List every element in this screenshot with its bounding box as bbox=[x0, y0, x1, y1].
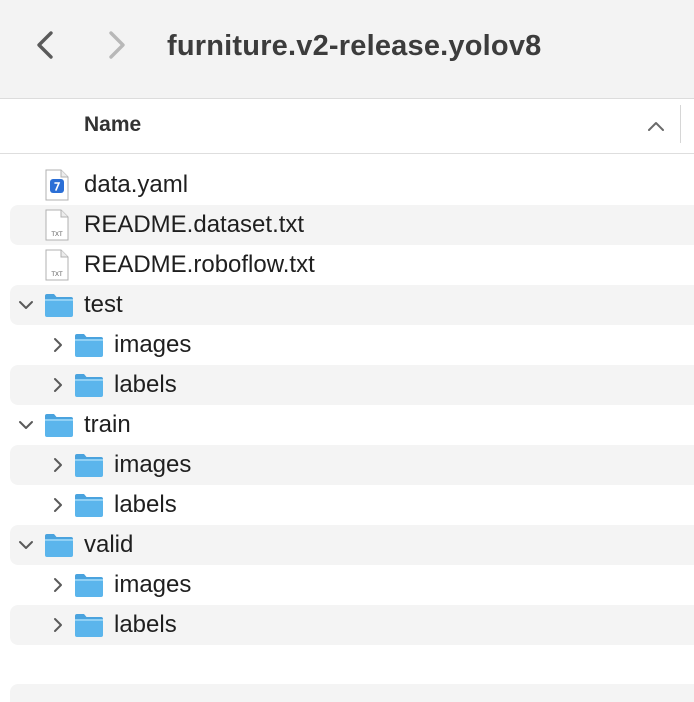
folder-icon bbox=[75, 334, 103, 357]
subfolder-row[interactable]: images bbox=[10, 445, 694, 485]
folder-icon-wrap bbox=[73, 569, 105, 606]
column-divider[interactable] bbox=[680, 105, 681, 143]
txt-badge: TXT bbox=[51, 232, 63, 238]
txt-file-icon: TXT bbox=[45, 249, 69, 281]
name-column-header[interactable]: Name bbox=[84, 99, 141, 153]
item-name: images bbox=[114, 451, 192, 478]
yaml-file-icon bbox=[45, 169, 69, 201]
subfolder-row[interactable]: images bbox=[10, 565, 694, 605]
item-name: images bbox=[114, 331, 192, 358]
chevron-right-icon[interactable] bbox=[49, 376, 67, 394]
forward-button[interactable] bbox=[100, 26, 136, 66]
folder-icon bbox=[75, 454, 103, 477]
folder-icon-wrap bbox=[73, 449, 105, 486]
item-name: labels bbox=[114, 371, 177, 398]
folder-icon bbox=[75, 574, 103, 597]
chevron-down-icon[interactable] bbox=[17, 296, 35, 314]
chevron-down-icon[interactable] bbox=[17, 536, 35, 554]
chevron-down-icon[interactable] bbox=[17, 416, 35, 434]
folder-icon-wrap bbox=[73, 369, 105, 406]
folder-icon bbox=[45, 534, 73, 557]
window-title: furniture.v2-release.yolov8 bbox=[167, 30, 542, 62]
folder-row[interactable]: test bbox=[10, 285, 694, 325]
chevron-right-icon[interactable] bbox=[49, 576, 67, 594]
folder-icon bbox=[75, 494, 103, 517]
toolbar: furniture.v2-release.yolov8 bbox=[0, 0, 694, 99]
txt-file-icon: TXT bbox=[45, 209, 69, 241]
folder-icon-wrap bbox=[73, 329, 105, 366]
chevron-up-icon[interactable] bbox=[646, 116, 666, 136]
folder-icon bbox=[75, 374, 103, 397]
folder-icon-wrap bbox=[43, 529, 75, 566]
subfolder-row[interactable]: images bbox=[10, 325, 694, 365]
folder-icon-wrap bbox=[73, 609, 105, 646]
folder-icon bbox=[45, 414, 73, 437]
subfolder-row[interactable]: labels bbox=[10, 365, 694, 405]
chevron-left-icon bbox=[37, 31, 53, 59]
chevron-right-icon bbox=[109, 31, 125, 59]
item-name: test bbox=[84, 291, 123, 318]
back-button[interactable] bbox=[28, 26, 64, 66]
file-row[interactable]: data.yaml bbox=[10, 165, 694, 205]
item-name: README.roboflow.txt bbox=[84, 251, 315, 278]
file-list[interactable]: data.yaml TXT README.dataset.txt TXT README.… bbox=[0, 165, 694, 645]
folder-icon-wrap bbox=[43, 289, 75, 326]
item-name: data.yaml bbox=[84, 171, 189, 198]
file-icon-wrap: TXT bbox=[44, 248, 70, 287]
subfolder-row[interactable]: labels bbox=[10, 485, 694, 525]
item-name: labels bbox=[114, 491, 177, 518]
file-row[interactable]: TXT README.roboflow.txt bbox=[10, 245, 694, 285]
folder-icon bbox=[45, 294, 73, 317]
empty-row bbox=[10, 684, 694, 702]
folder-icon-wrap bbox=[43, 409, 75, 446]
folder-row[interactable]: valid bbox=[10, 525, 694, 565]
file-row[interactable]: TXT README.dataset.txt bbox=[10, 205, 694, 245]
chevron-right-icon[interactable] bbox=[49, 456, 67, 474]
folder-icon-wrap bbox=[73, 489, 105, 526]
chevron-right-icon[interactable] bbox=[49, 616, 67, 634]
item-name: train bbox=[84, 411, 131, 438]
chevron-right-icon[interactable] bbox=[49, 496, 67, 514]
subfolder-row[interactable]: labels bbox=[10, 605, 694, 645]
txt-badge: TXT bbox=[51, 272, 63, 278]
item-name: images bbox=[114, 571, 192, 598]
item-name: valid bbox=[84, 531, 134, 558]
item-name: labels bbox=[114, 611, 177, 638]
file-icon-wrap: TXT bbox=[44, 208, 70, 247]
item-name: README.dataset.txt bbox=[84, 211, 305, 238]
chevron-right-icon[interactable] bbox=[49, 336, 67, 354]
folder-row[interactable]: train bbox=[10, 405, 694, 445]
column-header[interactable]: Name bbox=[0, 99, 694, 154]
file-icon-wrap bbox=[44, 168, 70, 207]
folder-icon bbox=[75, 614, 103, 637]
